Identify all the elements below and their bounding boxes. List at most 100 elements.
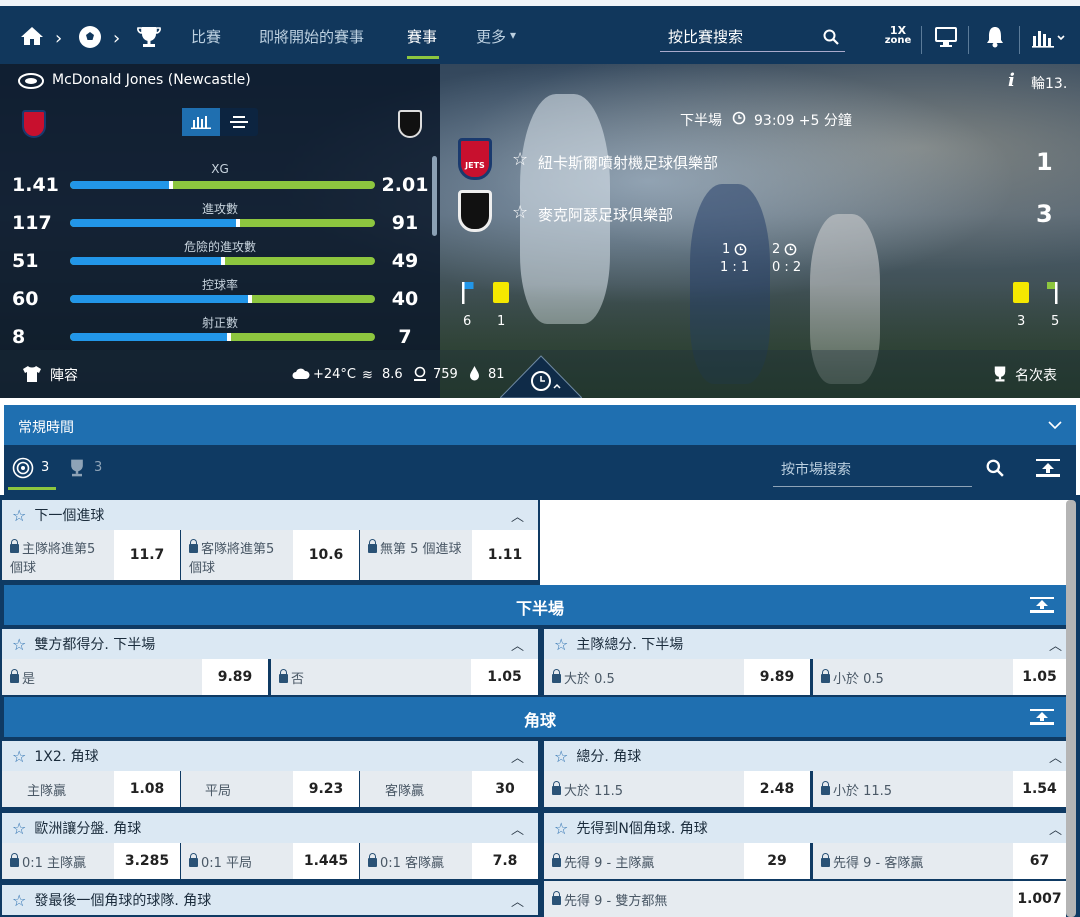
page-scrollbar[interactable] xyxy=(1066,500,1076,917)
odds-value[interactable]: 1.11 xyxy=(472,530,538,580)
nav-item-upcoming[interactable]: 即將開始的賽事 xyxy=(259,26,364,47)
market-header[interactable]: ☆ 1X2. 角球 ︿ xyxy=(2,741,538,771)
favorite-star-icon[interactable]: ☆ xyxy=(512,149,528,170)
bet-option[interactable]: 客隊將進第5 個球 xyxy=(181,530,293,580)
target-icon[interactable] xyxy=(12,457,34,483)
odds-value[interactable]: 9.89 xyxy=(744,659,810,695)
bet-option[interactable]: 是 xyxy=(2,659,202,695)
section-header[interactable]: 下半場 xyxy=(4,585,1076,625)
bet-option[interactable]: 0:1 平局 xyxy=(181,843,293,879)
trophy-icon[interactable] xyxy=(990,365,1010,387)
bet-option[interactable]: 主隊將進第5 個球 xyxy=(2,530,114,580)
odds-value[interactable]: 9.23 xyxy=(293,771,359,807)
chevron-up-icon[interactable]: ︿ xyxy=(511,747,524,766)
option-label: 大於 11.5 xyxy=(564,784,624,799)
list-stats-icon[interactable] xyxy=(220,108,258,136)
bell-icon[interactable] xyxy=(985,26,1005,52)
collapse-all-icon[interactable] xyxy=(1036,459,1060,481)
odds-value[interactable]: 11.7 xyxy=(114,530,180,580)
chevron-up-icon[interactable]: ︿ xyxy=(511,819,524,838)
odds-value[interactable]: 3.285 xyxy=(114,843,180,879)
odds-value[interactable]: 30 xyxy=(472,771,538,807)
odds-value[interactable]: 10.6 xyxy=(293,530,359,580)
odds-value[interactable]: 1.007 xyxy=(1013,881,1066,917)
odds-value[interactable]: 2.48 xyxy=(744,771,810,807)
nav-item-matches[interactable]: 比賽 xyxy=(191,26,221,47)
odds-value[interactable]: 7.8 xyxy=(472,843,538,879)
nav-item-more[interactable]: 更多 xyxy=(476,26,506,47)
trophy-icon[interactable] xyxy=(136,25,162,53)
bet-option[interactable]: 客隊贏 xyxy=(360,771,472,807)
bet-option[interactable]: 小於 11.5 xyxy=(813,771,1013,807)
bet-option[interactable]: 0:1 主隊贏 xyxy=(2,843,114,879)
odds-value[interactable]: 1.05 xyxy=(471,659,538,695)
chevron-up-icon[interactable]: ︿ xyxy=(1049,635,1062,654)
chevron-up-icon[interactable]: ︿ xyxy=(1049,747,1062,766)
search-icon[interactable] xyxy=(823,29,839,49)
bet-option[interactable]: 否 xyxy=(271,659,471,695)
chevron-down-icon xyxy=(1048,418,1062,434)
bet-option[interactable]: 大於 11.5 xyxy=(544,771,744,807)
info-icon[interactable]: i xyxy=(1008,70,1015,91)
bet-option[interactable]: 先得 9 - 雙方都無 xyxy=(544,881,1013,917)
bet-option[interactable]: 平局 xyxy=(181,771,293,807)
market-header[interactable]: ☆ 發最後一個角球的球隊. 角球 ︿ xyxy=(2,885,538,915)
match-search-input[interactable]: 按比賽搜索 xyxy=(660,24,845,52)
collapse-section-icon[interactable] xyxy=(1030,709,1054,729)
favorite-star-icon[interactable]: ☆ xyxy=(12,747,26,766)
section-header[interactable]: 角球 xyxy=(4,697,1076,737)
bet-option[interactable]: 無第 5 個進球 xyxy=(360,530,472,580)
odds-value[interactable]: 1.08 xyxy=(114,771,180,807)
period-selector[interactable]: 常規時間 xyxy=(4,405,1076,445)
monitor-icon[interactable] xyxy=(935,26,957,52)
bar-chart-icon[interactable] xyxy=(1032,28,1066,52)
favorite-star-icon[interactable]: ☆ xyxy=(12,819,26,838)
shirt-icon[interactable] xyxy=(22,365,42,387)
chevron-up-icon[interactable]: ︿ xyxy=(1049,819,1062,838)
onex-zone-button[interactable]: 1X zone xyxy=(884,25,912,46)
chevron-up-icon[interactable]: ︿ xyxy=(511,891,524,910)
lock-icon xyxy=(10,669,19,683)
collapse-section-icon[interactable] xyxy=(1030,597,1054,617)
odds-value[interactable]: 1.54 xyxy=(1013,771,1066,807)
odds-value[interactable]: 1.05 xyxy=(1013,659,1066,695)
bet-option[interactable]: 0:1 客隊贏 xyxy=(360,843,472,879)
odds-value[interactable]: 1.445 xyxy=(293,843,359,879)
bar-stats-icon[interactable] xyxy=(182,108,220,136)
bet-option[interactable]: 先得 9 - 主隊贏 xyxy=(544,843,744,879)
bet-option[interactable]: 大於 0.5 xyxy=(544,659,744,695)
favorite-star-icon[interactable]: ☆ xyxy=(12,506,26,525)
stats-scrollbar[interactable] xyxy=(432,156,437,236)
odds-value[interactable]: 67 xyxy=(1013,843,1066,879)
bet-option[interactable]: 主隊贏 xyxy=(2,771,114,807)
market-search-input[interactable]: 按市場搜索 xyxy=(773,453,972,487)
stat-row: 進攻數 117 91 xyxy=(0,200,440,238)
timeline-toggle-button[interactable] xyxy=(499,354,583,398)
lineup-link[interactable]: 陣容 xyxy=(50,365,78,385)
favorite-star-icon[interactable]: ☆ xyxy=(12,891,26,910)
market-header[interactable]: ☆ 歐洲讓分盤. 角球 ︿ xyxy=(2,813,538,843)
favorite-star-icon[interactable]: ☆ xyxy=(554,747,568,766)
soccer-ball-icon[interactable] xyxy=(77,24,103,54)
bet-option[interactable]: 先得 9 - 客隊贏 xyxy=(813,843,1013,879)
search-icon[interactable] xyxy=(986,459,1004,481)
chevron-up-icon[interactable]: ︿ xyxy=(511,635,524,654)
bet-option[interactable]: 小於 0.5 xyxy=(813,659,1013,695)
odds-value[interactable]: 29 xyxy=(744,843,810,879)
market-header[interactable]: ☆ 主隊總分. 下半場 ︿ xyxy=(544,629,1076,659)
nav-item-events[interactable]: 賽事 xyxy=(407,26,437,47)
favorite-star-icon[interactable]: ☆ xyxy=(12,635,26,654)
home-icon[interactable] xyxy=(20,26,44,46)
market-header[interactable]: ☆ 先得到N個角球. 角球 ︿ xyxy=(544,813,1076,843)
market-header[interactable]: ☆ 下一個進球 ︿ xyxy=(2,500,538,530)
favorite-star-icon[interactable]: ☆ xyxy=(554,819,568,838)
odds-value[interactable]: 9.89 xyxy=(202,659,268,695)
chevron-up-icon[interactable]: ︿ xyxy=(511,506,524,525)
trophy-tab-icon[interactable] xyxy=(66,458,88,482)
favorite-star-icon[interactable]: ☆ xyxy=(554,635,568,654)
favorite-star-icon[interactable]: ☆ xyxy=(512,202,528,223)
market-header[interactable]: ☆ 總分. 角球 ︿ xyxy=(544,741,1076,771)
standings-link[interactable]: 名次表 xyxy=(1015,365,1057,385)
market-header[interactable]: ☆ 雙方都得分. 下半場 ︿ xyxy=(2,629,538,659)
option-label: 大於 0.5 xyxy=(564,672,615,687)
